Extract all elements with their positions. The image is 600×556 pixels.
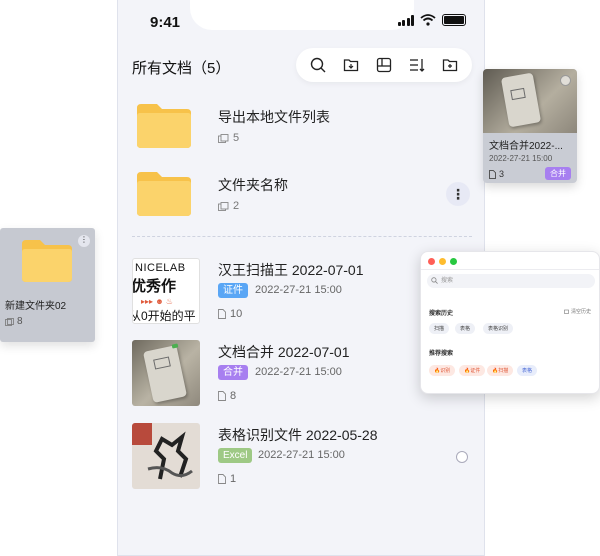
new-folder-icon[interactable] [441,56,459,74]
maximize-window-button[interactable] [450,258,457,265]
folder-icon [137,104,191,148]
trash-icon [564,309,569,314]
document-thumbnail: NICELAB 优秀作 ▸▸▸ ☻ ♨ 从0开始的平 [132,258,200,324]
document-name: 汉王扫描王 2022-07-01 [218,262,364,278]
document-tag: 证件 [218,283,248,298]
wifi-icon [420,14,436,26]
phone-notch [190,0,414,30]
document-date: 2022-27-21 15:00 [255,284,342,296]
toolbar [296,48,472,82]
document-thumbnail [132,340,200,406]
page-title: 所有文档（5） [132,60,231,77]
folder-count: 5 [218,132,239,144]
page-icon [218,391,226,401]
document-tag: 合并 [545,167,571,180]
page-count: 10 [218,308,242,320]
folder-name: 新建文件夹02 [5,301,67,312]
search-icon[interactable] [309,56,327,74]
page-icon [218,474,226,484]
search-input[interactable]: 搜索 [427,274,595,288]
page-count: 1 [218,473,236,485]
select-radio[interactable] [560,75,571,86]
recommend-chip[interactable]: 🔥证件 [459,365,486,376]
document-date: 2022-27-21 15:00 [255,366,342,378]
minimize-window-button[interactable] [439,258,446,265]
document-name: 文档合并 2022-07-01 [218,344,350,360]
files-icon [218,133,229,143]
files-icon [218,201,229,211]
history-chip[interactable]: 扫描 [429,323,450,334]
folder-icon [22,240,72,282]
document-name: 文档合并2022-... [489,141,563,152]
battery-icon [442,14,466,26]
folder-icon [137,172,191,216]
document-card-floating[interactable]: 文档合并2022-... 2022-27-21 15:00 3 合并 [483,69,577,183]
document-row[interactable]: 表格识别文件 2022-05-28 Excel 2022-27-21 15:00… [132,423,472,489]
document-tag: 合并 [218,365,248,380]
search-window: 搜索 搜索历史 清空历史 扫描 表格 表格识别 推荐搜索 🔥识别 🔥证件 🔥扫描… [420,251,600,394]
folder-name: 导出本地文件列表 [218,109,330,125]
page-icon [489,169,496,179]
select-radio[interactable] [456,451,468,463]
search-history-label: 搜索历史 [429,311,454,317]
recommend-chip[interactable]: 表格 [517,365,538,376]
more-button[interactable]: ⋮ [446,182,470,206]
close-window-button[interactable] [428,258,435,265]
recommend-chip[interactable]: 🔥扫描 [487,365,514,376]
page-count: 8 [218,390,236,402]
import-folder-icon[interactable] [342,56,360,74]
page-icon [218,309,226,319]
window-controls [428,258,457,265]
document-date: 2022-27-21 15:00 [489,154,553,163]
sort-icon[interactable] [408,56,426,74]
page-count: 3 [489,169,504,179]
document-date: 2022-27-21 15:00 [258,449,345,461]
history-chip[interactable]: 表格 [455,323,476,334]
grid-view-icon[interactable] [375,56,393,74]
search-icon [431,277,438,284]
more-icon[interactable]: ⋮ [78,235,90,247]
recommend-chip[interactable]: 🔥识别 [429,365,456,376]
history-chip[interactable]: 表格识别 [483,323,514,334]
folder-count: 8 [5,316,23,327]
recommend-label: 推荐搜索 [429,351,454,357]
clear-history-button[interactable]: 清空历史 [564,308,591,315]
status-time: 9:41 [150,14,181,31]
status-icons [397,14,466,26]
document-name: 表格识别文件 2022-05-28 [218,427,378,443]
folder-row[interactable]: 导出本地文件列表 5 [132,102,472,162]
folder-name: 文件夹名称 [218,177,288,193]
folder-count: 2 [218,200,239,212]
document-tag: Excel [218,448,253,463]
folder-card-floating[interactable]: ⋮ 新建文件夹02 8 [0,228,95,342]
divider [132,236,472,237]
signal-icon [397,14,414,26]
files-icon [5,317,14,326]
folder-row[interactable]: 文件夹名称 2 ⋮ [132,170,472,230]
document-thumbnail [132,423,200,489]
